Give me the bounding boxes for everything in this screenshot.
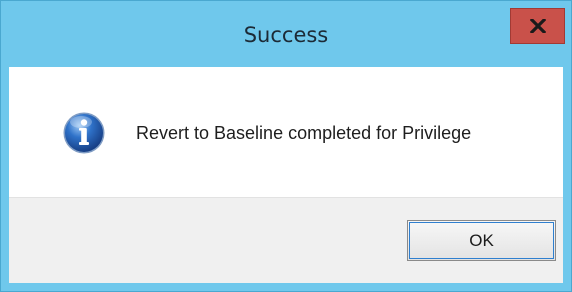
message-area: Revert to Baseline completed for Privile… [9,67,563,197]
dialog-body: Revert to Baseline completed for Privile… [9,67,563,283]
dialog-window: Success Revert to Baseline completed for… [0,0,572,292]
message-text: Revert to Baseline completed for Privile… [136,123,472,143]
ok-button[interactable]: OK [407,220,556,261]
info-icon [63,112,105,154]
dialog-title: Success [243,23,329,47]
close-icon [530,19,546,33]
button-area: OK [9,197,563,283]
close-button[interactable] [510,8,565,44]
title-bar[interactable]: Success [1,1,571,67]
